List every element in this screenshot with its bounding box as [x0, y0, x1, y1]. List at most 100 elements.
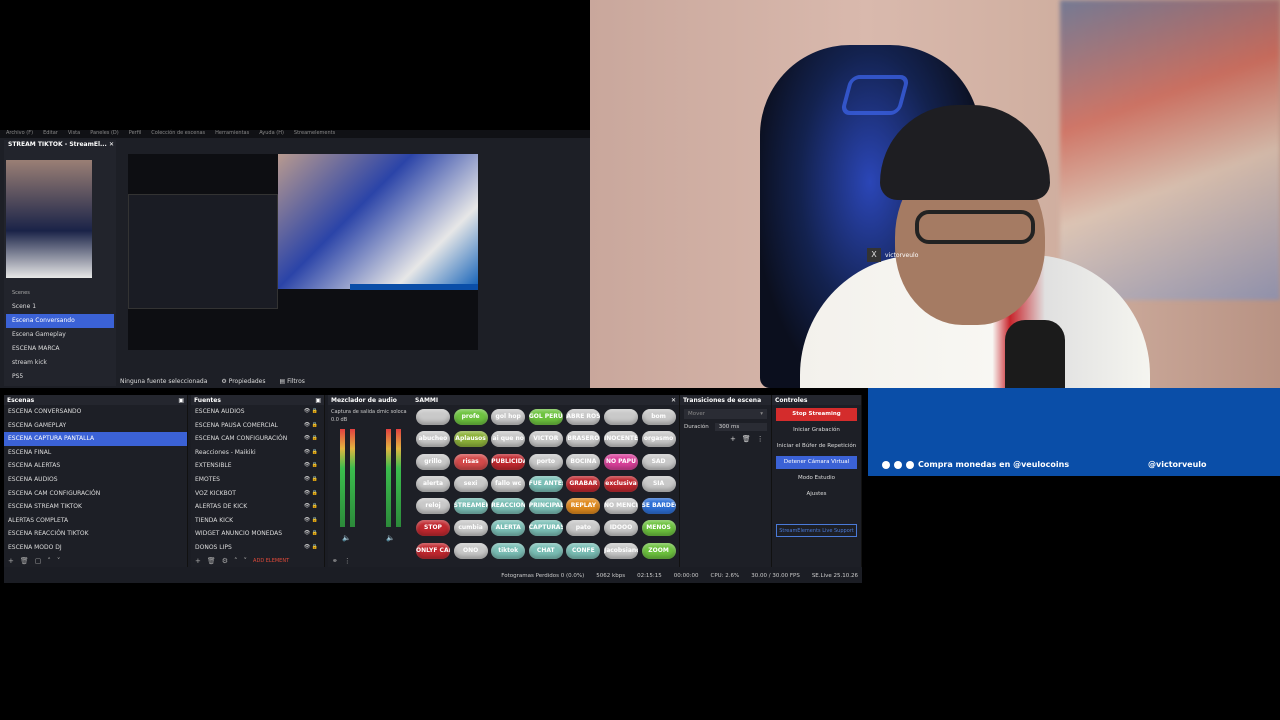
sammi-button[interactable]: orgasmo — [641, 431, 676, 448]
menu-item[interactable]: Perfil — [129, 130, 142, 138]
source-item[interactable]: ESCENA CAM CONFIGURACIÓN 👁 🔒 — [191, 432, 324, 446]
menu-item[interactable]: Vista — [68, 130, 80, 138]
sammi-button[interactable]: REACCIONES — [491, 498, 526, 515]
sammi-button[interactable]: risas — [453, 453, 488, 470]
trash-icon[interactable]: 🗑 — [742, 435, 751, 443]
sammi-button[interactable]: GRABAR — [566, 475, 601, 492]
source-item[interactable]: ALERTAS DE KICK 👁 🔒 — [191, 500, 324, 514]
filters-button[interactable]: ▤ Filtros — [280, 378, 305, 385]
menu-icon[interactable]: ⋮ — [757, 435, 764, 443]
menu-item[interactable]: Colección de escenas — [151, 130, 205, 138]
sammi-button[interactable]: STREAMER — [453, 498, 488, 515]
trash-icon[interactable]: 🗑 — [207, 557, 216, 565]
tiktok-scene-item[interactable]: ESCENA MARCA — [6, 342, 114, 356]
scene-item[interactable]: ESCENA ALERTAS — [4, 459, 187, 473]
sammi-button[interactable]: cumbia — [453, 520, 488, 537]
dock-icon[interactable]: ▣ — [315, 397, 321, 404]
scene-item[interactable]: ALERTAS COMPLETA — [4, 514, 187, 528]
scene-item[interactable]: ESCENA CAM CONFIGURACIÓN — [4, 487, 187, 501]
replay-buffer-button[interactable]: Iniciar el Búfer de Repetición — [776, 440, 857, 453]
sammi-button[interactable]: INOCENTE — [603, 431, 638, 448]
sammi-button[interactable]: bom — [641, 409, 676, 425]
tiktok-scene-item[interactable]: stream kick — [6, 356, 114, 370]
sammi-button[interactable]: profe — [453, 409, 488, 425]
menu-item[interactable]: Paneles (D) — [90, 130, 119, 138]
sammi-button[interactable] — [416, 409, 450, 425]
obs-preview-canvas[interactable] — [128, 154, 478, 350]
visibility-lock-icon[interactable]: 👁 🔒 — [304, 432, 318, 446]
source-item[interactable]: EMOTES 👁 🔒 — [191, 473, 324, 487]
sammi-button[interactable]: sexi — [453, 475, 488, 492]
sammi-button[interactable]: ABRE ROSA — [566, 409, 601, 425]
tiktok-scene-item[interactable]: PS5 — [6, 370, 114, 384]
source-item[interactable]: ESCENA AUDIOS 👁 🔒 — [191, 405, 324, 419]
se-support-button[interactable]: StreamElements Live Support — [776, 524, 857, 537]
sammi-button[interactable]: pato — [566, 520, 601, 537]
sammi-button[interactable]: alerta — [416, 475, 450, 492]
gear-icon[interactable]: ⚙ — [222, 557, 228, 565]
sammi-button[interactable]: fallo wc — [491, 475, 526, 492]
properties-button[interactable]: ⚙ Propiedades — [221, 378, 265, 385]
scene-item[interactable]: ESCENA CONVERSANDO — [4, 405, 187, 419]
tiktok-scene-item[interactable]: Escena Conversando — [6, 314, 114, 328]
studio-mode-button[interactable]: Modo Estudio — [776, 472, 857, 485]
source-item[interactable]: WIDGET ANUNCIO MONEDAS 👁 🔒 — [191, 527, 324, 541]
sammi-button[interactable]: REPLAY — [566, 498, 601, 515]
sammi-button[interactable]: reloj — [416, 498, 450, 515]
scene-item[interactable]: ESCENA STREAM TIKTOK — [4, 500, 187, 514]
sammi-button[interactable]: ALERTA — [491, 520, 526, 537]
scene-item[interactable]: ESCENA MODO DJ — [4, 541, 187, 555]
sammi-button[interactable]: SAD — [641, 453, 676, 470]
sammi-button[interactable]: ONO — [453, 542, 488, 559]
menu-icon[interactable]: ⋮ — [344, 557, 351, 565]
stop-streaming-button[interactable]: Stop Streaming — [776, 408, 857, 421]
source-item[interactable]: VOZ KICKBOT 👁 🔒 — [191, 487, 324, 501]
scene-item[interactable]: ESCENA FINAL — [4, 446, 187, 460]
sammi-button[interactable]: MENOS — [641, 520, 676, 537]
visibility-lock-icon[interactable]: 👁 🔒 — [304, 419, 318, 433]
up-icon[interactable]: ˄ — [234, 557, 238, 565]
visibility-lock-icon[interactable]: 👁 🔒 — [304, 514, 318, 528]
visibility-lock-icon[interactable]: 👁 🔒 — [304, 459, 318, 473]
sammi-button[interactable] — [603, 409, 638, 425]
tiktok-scene-item[interactable]: Escena Gameplay — [6, 328, 114, 342]
sammi-button[interactable]: CHAT — [528, 542, 563, 559]
sammi-button[interactable]: grillo — [416, 453, 450, 470]
add-icon[interactable]: + — [730, 435, 736, 443]
sammi-button[interactable]: tiktok — [491, 542, 526, 559]
sammi-button[interactable]: PUBLICIDAD — [491, 453, 526, 470]
sammi-button[interactable]: Jacobsiano — [603, 542, 638, 559]
visibility-lock-icon[interactable]: 👁 🔒 — [304, 527, 318, 541]
sammi-button[interactable]: gol hop — [491, 409, 526, 425]
sammi-button[interactable]: CAPTURAS — [528, 520, 563, 537]
menu-item[interactable]: Streamelements — [294, 130, 335, 138]
up-icon[interactable]: ˄ — [47, 557, 51, 565]
sammi-button[interactable]: IDOOO — [603, 520, 638, 537]
visibility-lock-icon[interactable]: 👁 🔒 — [304, 487, 318, 501]
scene-item[interactable]: ESCENA GAMEPLAY — [4, 419, 187, 433]
sammi-button[interactable]: CONFE — [566, 542, 601, 559]
trash-icon[interactable]: 🗑 — [20, 557, 29, 565]
sammi-button[interactable]: ZOOM — [641, 542, 676, 559]
scene-item[interactable]: ESCENA REACCIÓN TIKTOK — [4, 527, 187, 541]
sammi-button[interactable]: ONLYF CAM — [416, 542, 450, 559]
virtual-camera-button[interactable]: Detener Cámara Virtual — [776, 456, 857, 469]
scene-item[interactable]: ESCENA CAPTURA PANTALLA — [4, 432, 187, 446]
down-icon[interactable]: ˅ — [57, 557, 61, 565]
settings-button[interactable]: Ajustes — [776, 488, 857, 501]
source-item[interactable]: ESCENA PAUSA COMERCIAL 👁 🔒 — [191, 419, 324, 433]
visibility-lock-icon[interactable]: 👁 🔒 — [304, 446, 318, 460]
add-element-button[interactable]: ADD ELEMENT — [253, 558, 289, 564]
sammi-button[interactable]: porto — [528, 453, 563, 470]
source-item[interactable]: Reacciones - Maikiki 👁 🔒 — [191, 446, 324, 460]
sammi-button[interactable]: BRASERO — [566, 431, 601, 448]
duration-input[interactable]: 300 ms — [714, 423, 767, 431]
close-icon[interactable]: ✕ — [671, 397, 676, 404]
sammi-button[interactable]: SE BARDEO — [641, 498, 676, 515]
dock-icon[interactable]: ▣ — [178, 397, 184, 404]
sammi-button[interactable]: VICTOR — [528, 431, 563, 448]
visibility-lock-icon[interactable]: 👁 🔒 — [304, 541, 318, 555]
tiktok-scene-item[interactable]: Scene 1 — [6, 300, 114, 314]
down-icon[interactable]: ˅ — [244, 557, 248, 565]
sammi-button[interactable]: BOCINA — [566, 453, 601, 470]
